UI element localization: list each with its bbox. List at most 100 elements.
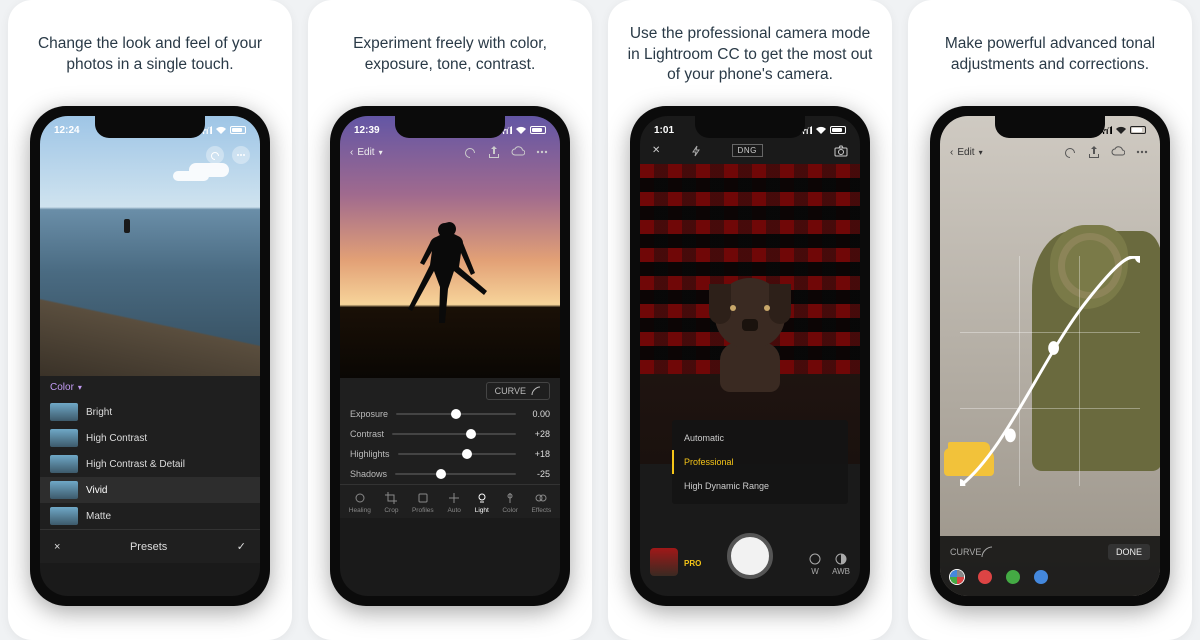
tool-color[interactable]: Color — [502, 491, 518, 514]
dog-subject — [705, 278, 795, 398]
app-store-card-4: Make powerful advanced tonal adjustments… — [908, 0, 1192, 640]
slider-contrast[interactable]: Contrast+28 — [340, 424, 560, 444]
capture-mode-menu: Automatic Professional High Dynamic Rang… — [672, 420, 848, 504]
chevron-down-icon[interactable]: ▾ — [979, 148, 983, 157]
awb-toggle[interactable]: AWB — [832, 552, 850, 576]
done-button[interactable]: DONE — [1108, 544, 1150, 560]
app-screen-presets: 12:24 Color▾ Brigh — [40, 116, 260, 596]
mode-professional-selected[interactable]: Professional — [672, 450, 848, 474]
battery-icon — [1130, 126, 1146, 134]
phone-frame: ‹ Edit ▾ — [930, 106, 1170, 606]
preset-item-selected[interactable]: Vivid — [40, 477, 260, 503]
tool-auto[interactable]: Auto — [447, 491, 461, 514]
phone-frame: 12:39 ‹ Edit ▾ — [330, 106, 570, 606]
photo-preview[interactable]: ‹ Edit ▾ — [940, 116, 1160, 596]
notch — [995, 116, 1105, 138]
preset-category[interactable]: Color▾ — [40, 376, 260, 399]
pro-badge[interactable]: PRO — [684, 559, 701, 568]
preset-item[interactable]: High Contrast — [40, 425, 260, 451]
photo-preview[interactable] — [40, 116, 260, 376]
flash-icon[interactable] — [690, 145, 702, 157]
tool-light-selected[interactable]: Light — [475, 491, 489, 514]
notch — [395, 116, 505, 138]
channel-red[interactable] — [978, 570, 992, 584]
wb-toggle[interactable]: W — [808, 552, 822, 576]
switch-camera-icon[interactable] — [834, 145, 848, 157]
channel-picker — [950, 570, 1150, 584]
mode-hdr[interactable]: High Dynamic Range — [672, 474, 848, 498]
presets-panel: Color▾ Bright High Contrast High Contras… — [40, 376, 260, 563]
card-caption: Use the professional camera mode in Ligh… — [608, 18, 892, 106]
clock: 12:24 — [54, 125, 80, 136]
wb-icon — [808, 552, 822, 566]
tool-strip: Healing Crop Profiles Auto Light Color E… — [340, 484, 560, 518]
close-camera-button[interactable]: ✕ — [652, 145, 660, 156]
slider-shadows[interactable]: Shadows-25 — [340, 464, 560, 484]
mode-automatic[interactable]: Automatic — [672, 426, 848, 450]
channel-green[interactable] — [1006, 570, 1020, 584]
last-photo-thumbnail[interactable] — [650, 548, 678, 576]
preset-item[interactable]: Bright — [40, 399, 260, 425]
channel-blue[interactable] — [1034, 570, 1048, 584]
photo-preview[interactable]: ‹ Edit ▾ — [340, 116, 560, 378]
silhouette-graphic — [405, 216, 495, 326]
share-icon[interactable] — [1086, 144, 1102, 160]
presets-bottom-bar: × Presets ✓ — [40, 529, 260, 563]
battery-icon — [530, 126, 546, 134]
screen-title: Edit — [357, 147, 374, 158]
status-icons — [500, 125, 546, 135]
format-badge[interactable]: DNG — [732, 144, 763, 157]
app-screen-curves: ‹ Edit ▾ — [940, 116, 1160, 596]
phone-frame: 1:01 ✕ DNG — [630, 106, 870, 606]
battery-icon — [230, 126, 246, 134]
share-icon[interactable] — [486, 144, 502, 160]
camera-viewfinder[interactable] — [640, 164, 860, 464]
app-screen-camera: 1:01 ✕ DNG — [640, 116, 860, 596]
undo-icon[interactable] — [1062, 144, 1078, 160]
more-icon[interactable] — [232, 146, 250, 164]
screen-title: Edit — [957, 147, 974, 158]
slider-highlights[interactable]: Highlights+18 — [340, 444, 560, 464]
preset-item[interactable]: High Contrast & Detail — [40, 451, 260, 477]
card-caption: Make powerful advanced tonal adjustments… — [908, 18, 1192, 106]
preset-item[interactable]: Matte — [40, 503, 260, 529]
edit-top-nav: ‹ Edit ▾ — [940, 144, 1160, 160]
shutter-button[interactable] — [727, 533, 773, 579]
more-icon[interactable] — [1134, 144, 1150, 160]
tool-healing[interactable]: Healing — [349, 491, 371, 514]
channel-rgb[interactable] — [950, 570, 964, 584]
confirm-button[interactable]: ✓ — [237, 540, 246, 553]
tool-crop[interactable]: Crop — [384, 491, 398, 514]
cloud-icon[interactable] — [1110, 144, 1126, 160]
curve-editor[interactable] — [960, 256, 1140, 486]
light-panel: CURVE Exposure0.00 Contrast+28 Highlight… — [340, 378, 560, 518]
cloud-icon[interactable] — [510, 144, 526, 160]
app-screen-edit-sliders: 12:39 ‹ Edit ▾ — [340, 116, 560, 596]
tool-profiles[interactable]: Profiles — [412, 491, 434, 514]
curve-bottom-panel: CURVE DONE — [940, 536, 1160, 596]
status-icons — [200, 125, 246, 135]
battery-icon — [830, 126, 846, 134]
wifi-icon — [815, 125, 827, 135]
camera-bottom-bar: PRO W AWB — [640, 516, 860, 596]
back-button[interactable]: ‹ — [950, 147, 953, 158]
curve-button[interactable]: CURVE — [486, 382, 550, 400]
more-icon[interactable] — [534, 144, 550, 160]
undo-icon[interactable] — [462, 144, 478, 160]
chevron-down-icon[interactable]: ▾ — [379, 148, 383, 157]
undo-icon[interactable] — [206, 146, 224, 164]
clock: 1:01 — [654, 125, 674, 136]
notch — [95, 116, 205, 138]
panel-title: Presets — [130, 541, 167, 553]
clock: 12:39 — [354, 125, 380, 136]
status-icons — [1100, 125, 1146, 135]
wifi-icon — [215, 125, 227, 135]
notch — [695, 116, 805, 138]
chevron-down-icon: ▾ — [78, 383, 82, 392]
phone-frame: 12:24 Color▾ Brigh — [30, 106, 270, 606]
back-button[interactable]: ‹ — [350, 147, 353, 158]
slider-exposure[interactable]: Exposure0.00 — [340, 404, 560, 424]
wifi-icon — [1115, 125, 1127, 135]
tool-effects[interactable]: Effects — [531, 491, 551, 514]
close-button[interactable]: × — [54, 541, 60, 553]
